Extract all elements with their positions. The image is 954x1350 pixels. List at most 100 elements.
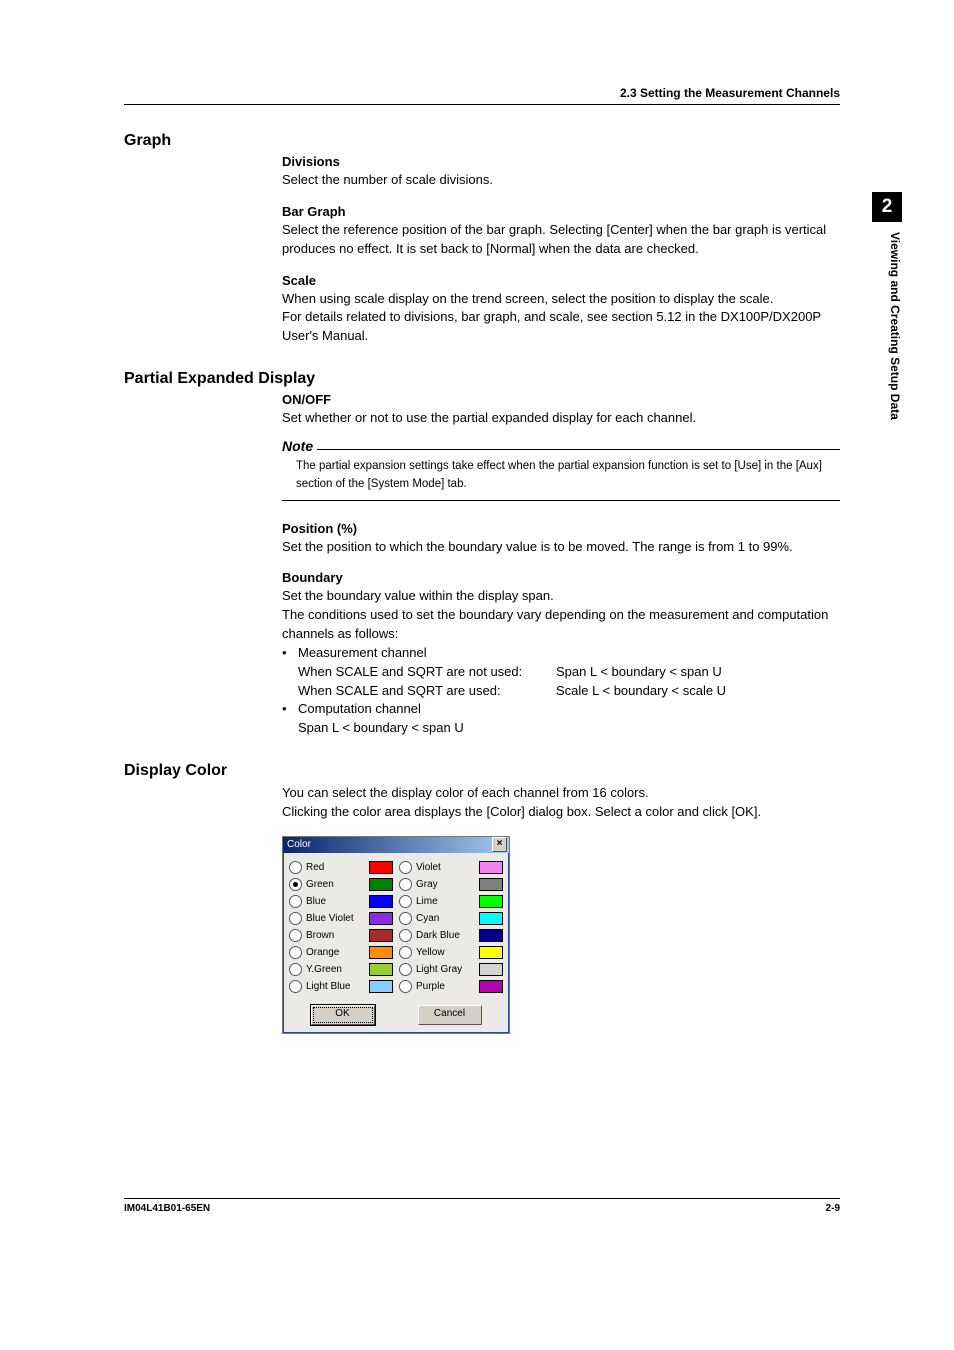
color-option[interactable]: Dark Blue [399,927,503,944]
bullet-computation-channel: • Computation channel [282,700,840,719]
heading-boundary: Boundary [282,570,840,585]
color-option[interactable]: Blue Violet [289,910,393,927]
color-option-label: Light Blue [306,981,369,992]
color-swatch [479,878,503,891]
heading-display-color: Display Color [124,762,840,780]
bullet-computation-label: Computation channel [298,700,840,719]
heading-scale: Scale [282,273,840,288]
color-option[interactable]: Red [289,859,393,876]
side-tab-caption: Viewing and Creating Setup Data [872,232,902,492]
cond-3: Span L < boundary < span U [298,719,556,738]
color-option-label: Brown [306,930,369,941]
ok-button[interactable]: OK [311,1005,375,1025]
radio-icon[interactable] [399,946,412,959]
text-bar-graph: Select the reference position of the bar… [282,221,840,259]
radio-icon[interactable] [289,980,302,993]
color-swatch [369,946,393,959]
heading-divisions: Divisions [282,154,840,169]
text-boundary-2: The conditions used to set the boundary … [282,606,840,644]
radio-icon[interactable] [399,878,412,891]
cond-1-right: Span L < boundary < span U [556,663,840,682]
cancel-button[interactable]: Cancel [418,1005,482,1025]
color-option[interactable]: Orange [289,944,393,961]
text-display-color-1: You can select the display color of each… [282,784,840,803]
color-dialog-titlebar[interactable]: Color × [283,837,509,853]
radio-icon[interactable] [399,912,412,925]
color-option-label: Y.Green [306,964,369,975]
radio-icon[interactable] [399,980,412,993]
cond-1-left: When SCALE and SQRT are not used: [298,663,556,682]
heading-partial-expanded-display: Partial Expanded Display [124,370,840,388]
color-option-label: Violet [416,862,479,873]
radio-icon[interactable] [289,861,302,874]
note-header: Note [282,438,840,454]
side-tab-chapter-number: 2 [872,192,902,222]
cond-2-right: Scale L < boundary < scale U [556,682,840,701]
note-title: Note [282,438,317,454]
bullet-dot-icon: • [282,700,298,719]
radio-icon[interactable] [289,912,302,925]
color-option[interactable]: Light Gray [399,961,503,978]
text-display-color-2: Clicking the color area displays the [Co… [282,803,840,822]
color-option[interactable]: Purple [399,978,503,995]
color-option-label: Light Gray [416,964,479,975]
note-rule-top [317,449,840,450]
color-option[interactable]: Yellow [399,944,503,961]
color-option-label: Blue Violet [306,913,369,924]
color-dialog-title: Color [287,839,492,850]
heading-position: Position (%) [282,521,840,536]
color-option-label: Green [306,879,369,890]
cond-2-left: When SCALE and SQRT are used: [298,682,556,701]
color-swatch [479,963,503,976]
color-option-label: Orange [306,947,369,958]
radio-icon[interactable] [289,946,302,959]
color-option-label: Gray [416,879,479,890]
color-option-label: Lime [416,896,479,907]
color-swatch [479,895,503,908]
color-swatch [479,980,503,993]
header-rule [124,104,840,105]
color-swatch [369,929,393,942]
radio-icon[interactable] [289,878,302,891]
close-icon[interactable]: × [492,837,507,852]
color-option-label: Red [306,862,369,873]
color-swatch [369,895,393,908]
color-option[interactable]: Green [289,876,393,893]
color-option[interactable]: Light Blue [289,978,393,995]
footer-doc-id: IM04L41B01-65EN [124,1203,210,1214]
color-swatch [479,929,503,942]
color-option-label: Purple [416,981,479,992]
footer-page-no: 2-9 [826,1203,840,1214]
color-option[interactable]: Gray [399,876,503,893]
radio-icon[interactable] [399,861,412,874]
bullet-measurement-channel: • Measurement channel [282,644,840,663]
text-position: Set the position to which the boundary v… [282,538,840,557]
heading-graph: Graph [124,132,840,150]
color-swatch [369,878,393,891]
cond-row-3: Span L < boundary < span U [282,719,840,738]
radio-icon[interactable] [399,929,412,942]
color-dialog-body: Red Green Blue Blue Violet Brown Orange Y.Gree… [283,853,509,1033]
radio-icon[interactable] [289,963,302,976]
heading-onoff: ON/OFF [282,392,840,407]
color-option[interactable]: Y.Green [289,961,393,978]
note-body: The partial expansion settings take effe… [282,454,840,501]
color-swatch [369,861,393,874]
color-swatch [479,946,503,959]
color-dialog: Color × Red Green Blue Blue Violet Brown Oran… [282,836,510,1034]
color-option-label: Blue [306,896,369,907]
color-option[interactable]: Blue [289,893,393,910]
color-option[interactable]: Lime [399,893,503,910]
color-option[interactable]: Violet [399,859,503,876]
radio-icon[interactable] [399,963,412,976]
radio-icon[interactable] [289,895,302,908]
bullet-measurement-label: Measurement channel [298,644,840,663]
color-option[interactable]: Brown [289,927,393,944]
text-boundary-1: Set the boundary value within the displa… [282,587,840,606]
color-option-label: Cyan [416,913,479,924]
color-option[interactable]: Cyan [399,910,503,927]
text-divisions: Select the number of scale divisions. [282,171,840,190]
text-onoff: Set whether or not to use the partial ex… [282,409,840,428]
radio-icon[interactable] [289,929,302,942]
radio-icon[interactable] [399,895,412,908]
